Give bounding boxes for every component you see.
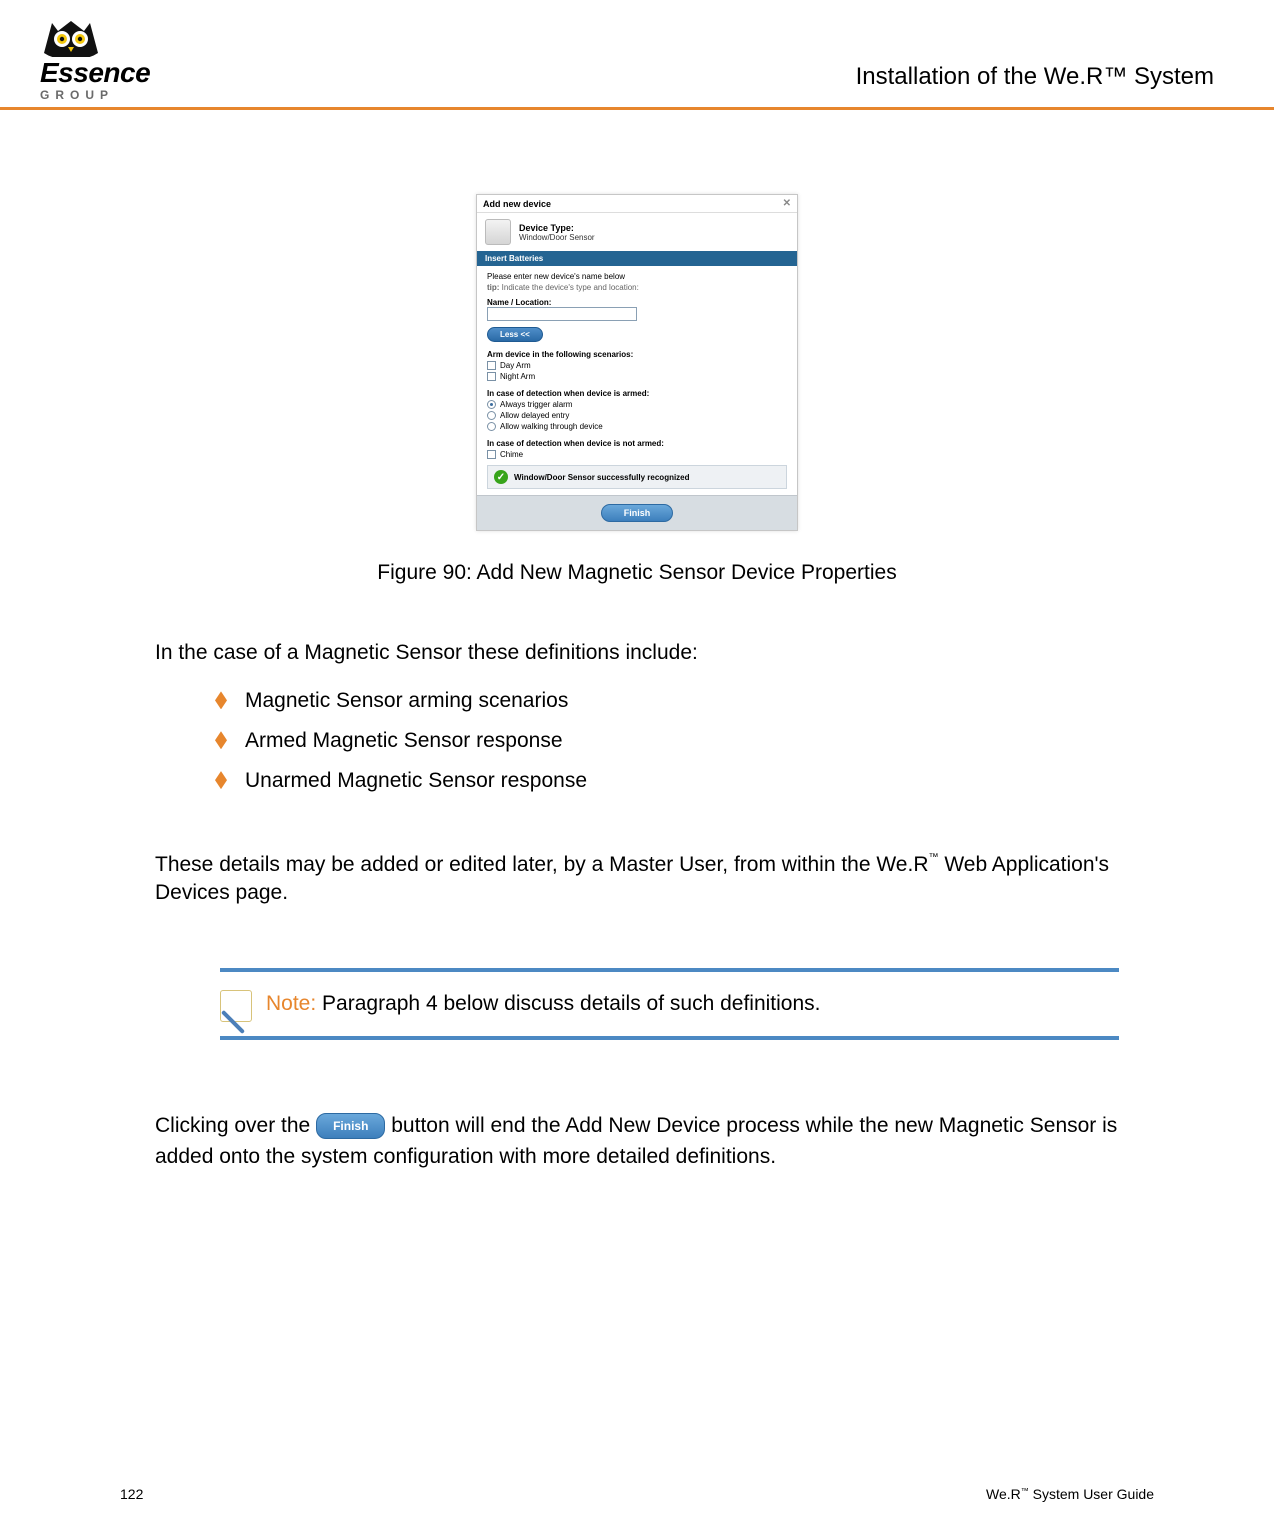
walking-through-row[interactable]: Allow walking through device — [487, 422, 787, 431]
tip-text: Indicate the device's type and location: — [502, 283, 639, 292]
note-bottom-bar — [220, 1036, 1119, 1040]
night-arm-row[interactable]: Night Arm — [487, 372, 787, 381]
footer-guide-title: We.R™ System User Guide — [986, 1486, 1154, 1502]
checkbox-icon[interactable] — [487, 450, 496, 459]
details-para: These details may be added or edited lat… — [155, 851, 1119, 908]
footer-guide-a: We.R — [986, 1486, 1021, 1502]
definitions-list: Magnetic Sensor arming scenarios Armed M… — [155, 681, 1119, 801]
delayed-entry-row[interactable]: Allow delayed entry — [487, 411, 787, 420]
click-para-a: Clicking over the — [155, 1114, 316, 1137]
close-icon[interactable]: ✕ — [783, 198, 791, 209]
walking-through-label: Allow walking through device — [500, 422, 603, 431]
less-button[interactable]: Less << — [487, 327, 543, 342]
dialog-title: Add new device — [483, 199, 551, 209]
armed-heading: In case of detection when device is arme… — [487, 389, 787, 398]
list-item: Magnetic Sensor arming scenarios — [155, 681, 1119, 721]
figure-caption: Figure 90: Add New Magnetic Sensor Devic… — [155, 561, 1119, 585]
night-arm-label: Night Arm — [500, 372, 535, 381]
page-header: Essence GROUP Installation of the We.R™ … — [0, 0, 1274, 110]
device-type-value: Window/Door Sensor — [519, 233, 595, 242]
footer-guide-b: System User Guide — [1029, 1486, 1154, 1502]
day-arm-row[interactable]: Day Arm — [487, 361, 787, 370]
checkbox-icon[interactable] — [487, 372, 496, 381]
logo-text: Essence — [40, 59, 150, 87]
radio-icon[interactable] — [487, 422, 496, 431]
notarmed-heading: In case of detection when device is not … — [487, 439, 787, 448]
dialog-titlebar: Add new device ✕ — [477, 195, 797, 213]
device-type-row: Device Type: Window/Door Sensor — [477, 213, 797, 251]
finish-button[interactable]: Finish — [601, 504, 674, 522]
name-location-input[interactable] — [487, 307, 637, 321]
note-text: Paragraph 4 below discuss details of suc… — [316, 992, 820, 1015]
section-insert-batteries: Insert Batteries — [477, 251, 797, 266]
note-pencil-icon — [220, 986, 256, 1022]
radio-icon[interactable] — [487, 411, 496, 420]
name-location-label: Name / Location: — [487, 298, 787, 307]
dialog-footer: Finish — [477, 495, 797, 530]
logo-subtext: GROUP — [40, 89, 114, 101]
chime-row[interactable]: Chime — [487, 450, 787, 459]
dialog-body: Please enter new device's name below tip… — [477, 266, 797, 495]
checkbox-icon[interactable] — [487, 361, 496, 370]
note-row: Note: Paragraph 4 below discuss details … — [220, 972, 1119, 1036]
trigger-alarm-row[interactable]: Always trigger alarm — [487, 400, 787, 409]
page-number: 122 — [120, 1486, 143, 1502]
details-para-a: These details may be added or edited lat… — [155, 853, 928, 876]
delayed-entry-label: Allow delayed entry — [500, 411, 569, 420]
success-text: Window/Door Sensor successfully recogniz… — [514, 473, 690, 482]
dialog-screenshot: Add new device ✕ Device Type: Window/Doo… — [155, 194, 1119, 531]
add-device-dialog: Add new device ✕ Device Type: Window/Doo… — [476, 194, 798, 531]
success-check-icon: ✓ — [494, 470, 508, 484]
list-item: Armed Magnetic Sensor response — [155, 721, 1119, 761]
tip-label: tip: — [487, 283, 499, 292]
tm-mark: ™ — [928, 852, 938, 863]
click-para: Clicking over the Finish button will end… — [155, 1110, 1119, 1173]
inline-finish-button[interactable]: Finish — [316, 1113, 385, 1139]
day-arm-label: Day Arm — [500, 361, 531, 370]
arm-heading: Arm device in the following scenarios: — [487, 350, 787, 359]
note-label: Note: — [266, 992, 316, 1015]
page-title: Installation of the We.R™ System — [856, 63, 1234, 107]
owl-icon — [40, 17, 102, 57]
logo-block: Essence GROUP — [40, 17, 150, 107]
note-block: Note: Paragraph 4 below discuss details … — [220, 968, 1119, 1040]
chime-label: Chime — [500, 450, 523, 459]
tip-row: tip: Indicate the device's type and loca… — [487, 283, 787, 292]
radio-icon[interactable] — [487, 400, 496, 409]
trigger-alarm-label: Always trigger alarm — [500, 400, 572, 409]
page-footer: 122 We.R™ System User Guide — [120, 1486, 1154, 1502]
device-type-icon — [485, 219, 511, 245]
intro-para: In the case of a Magnetic Sensor these d… — [155, 639, 1119, 667]
content: Add new device ✕ Device Type: Window/Doo… — [0, 194, 1274, 1173]
success-banner: ✓ Window/Door Sensor successfully recogn… — [487, 465, 787, 489]
device-type-label: Device Type: — [519, 223, 595, 233]
list-item: Unarmed Magnetic Sensor response — [155, 761, 1119, 801]
enter-name-text: Please enter new device's name below — [487, 272, 787, 281]
tm-mark: ™ — [1021, 1486, 1029, 1495]
